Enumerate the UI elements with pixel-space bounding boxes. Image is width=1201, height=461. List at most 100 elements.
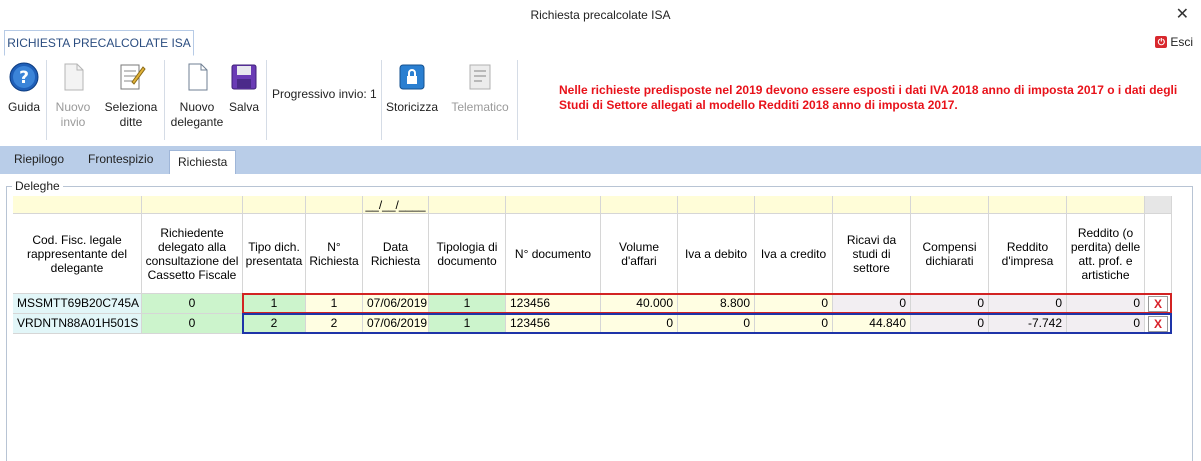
cell-1-7[interactable]: 0 [601, 314, 678, 334]
column-header: Richiedente delegato alla consultazione … [142, 214, 243, 294]
filter-cell[interactable] [429, 196, 506, 214]
ribbon-separator [266, 60, 267, 140]
column-header: N° Richiesta [306, 214, 363, 294]
cell-0-9[interactable]: 0 [755, 294, 833, 314]
nuovo-delegante-label-1: Nuovo [179, 100, 215, 114]
deleghe-label: Deleghe [12, 179, 63, 193]
filter-cell[interactable] [1145, 196, 1172, 214]
telematico-label: Telematico [451, 100, 509, 114]
seleziona-label-1: Seleziona [104, 100, 158, 114]
content-area: Deleghe __/__/____ Cod. Fisc. legale rapp… [0, 174, 1201, 461]
guida-label: Guida [7, 100, 41, 114]
cell-0-2[interactable]: 1 [243, 294, 306, 314]
ribbon-separator [46, 60, 47, 140]
cell-1-3[interactable]: 2 [306, 314, 363, 334]
column-header: Tipologia di documento [429, 214, 506, 294]
cell-1-2[interactable]: 2 [243, 314, 306, 334]
nuovo-delegante-button[interactable]: Nuovo delegante [168, 60, 226, 130]
svg-text:?: ? [19, 68, 29, 88]
column-header: Ricavi da studi di settore [833, 214, 911, 294]
filter-cell[interactable] [755, 196, 833, 214]
delete-cell: X [1145, 314, 1172, 334]
cell-0-5[interactable]: 1 [429, 294, 506, 314]
cell-1-11[interactable]: 0 [911, 314, 989, 334]
cell-1-1[interactable]: 0 [142, 314, 243, 334]
filter-cell[interactable] [678, 196, 755, 214]
column-header: Volume d'affari [601, 214, 678, 294]
salva-label: Salva [228, 100, 260, 114]
ribbon-separator [381, 60, 382, 140]
cell-0-11[interactable]: 0 [911, 294, 989, 314]
ribbon-separator [164, 60, 165, 140]
column-header: Compensi dichiarati [911, 214, 989, 294]
tab-riepilogo[interactable]: Riepilogo [14, 152, 64, 166]
sheet-tab-bar: Riepilogo Frontespizio Richiesta [0, 146, 1201, 174]
filter-cell[interactable] [1067, 196, 1145, 214]
new-document-icon [188, 63, 208, 91]
column-header: N° documento [506, 214, 601, 294]
cell-1-6[interactable]: 123456 [506, 314, 601, 334]
window-title: Richiesta precalcolate ISA [530, 8, 671, 22]
column-header: Data Richiesta [363, 214, 429, 294]
help-icon: ? [9, 62, 39, 92]
delete-cell: X [1145, 294, 1172, 314]
exit-label: Esci [1170, 35, 1193, 49]
guida-button[interactable]: ? Guida [6, 60, 42, 115]
cell-1-5[interactable]: 1 [429, 314, 506, 334]
title-bar: Richiesta precalcolate ISA ✕ [0, 0, 1201, 31]
column-header-actions [1145, 214, 1172, 294]
cell-0-6[interactable]: 123456 [506, 294, 601, 314]
seleziona-label-2: ditte [119, 115, 143, 129]
cell-0-10[interactable]: 0 [833, 294, 911, 314]
ribbon-tab-richiesta[interactable]: RICHIESTA PRECALCOLATE ISA [4, 30, 194, 56]
progressivo-invio: Progressivo invio: 1 [272, 87, 377, 101]
filter-cell[interactable] [989, 196, 1067, 214]
filter-cell[interactable] [601, 196, 678, 214]
ribbon-separator [517, 60, 518, 140]
filter-cell[interactable] [833, 196, 911, 214]
cell-0-12[interactable]: 0 [989, 294, 1067, 314]
power-icon: ⏻ [1155, 36, 1168, 48]
filter-cell[interactable] [13, 196, 142, 214]
nuovo-delegante-label-2: delegante [170, 115, 224, 129]
cell-1-12[interactable]: -7.742 [989, 314, 1067, 334]
delete-row-icon[interactable]: X [1148, 316, 1168, 332]
seleziona-ditte-button[interactable]: Seleziona ditte [102, 60, 160, 130]
cell-1-8[interactable]: 0 [678, 314, 755, 334]
cell-0-0[interactable]: MSSMTT69B20C745A [13, 294, 142, 314]
close-icon[interactable]: ✕ [1176, 4, 1189, 24]
telematico-button[interactable]: Telematico [448, 60, 512, 115]
cell-0-8[interactable]: 8.800 [678, 294, 755, 314]
salva-button[interactable]: Salva [226, 60, 262, 115]
filter-cell[interactable] [911, 196, 989, 214]
storicizza-label: Storicizza [386, 100, 439, 114]
filter-cell[interactable] [142, 196, 243, 214]
cell-1-4[interactable]: 07/06/2019 [363, 314, 429, 334]
cell-0-7[interactable]: 40.000 [601, 294, 678, 314]
column-header: Cod. Fisc. legale rappresentante del del… [13, 214, 142, 294]
cell-1-10[interactable]: 44.840 [833, 314, 911, 334]
tab-richiesta[interactable]: Richiesta [169, 150, 237, 174]
column-header: Iva a credito [755, 214, 833, 294]
cell-0-1[interactable]: 0 [142, 294, 243, 314]
tab-frontespizio[interactable]: Frontespizio [88, 152, 153, 166]
exit-button[interactable]: ⏻ Esci [1155, 35, 1193, 49]
storicizza-button[interactable]: Storicizza [386, 60, 438, 115]
lock-icon [399, 64, 425, 90]
cell-1-13[interactable]: 0 [1067, 314, 1145, 334]
warning-message: Nelle richieste predisposte nel 2019 dev… [559, 83, 1178, 112]
delete-row-icon[interactable]: X [1148, 296, 1168, 312]
nuovo-invio-button[interactable]: Nuovo invio [52, 60, 94, 130]
filter-cell[interactable] [506, 196, 601, 214]
column-header: Tipo dich. presentata [243, 214, 306, 294]
filter-cell[interactable] [243, 196, 306, 214]
cell-1-0[interactable]: VRDNTN88A01H501S [13, 314, 142, 334]
cell-0-3[interactable]: 1 [306, 294, 363, 314]
cell-0-13[interactable]: 0 [1067, 294, 1145, 314]
cell-1-9[interactable]: 0 [755, 314, 833, 334]
nuovo-invio-label-1: Nuovo [55, 100, 91, 114]
column-header: Reddito (o perdita) delle att. prof. e a… [1067, 214, 1145, 294]
cell-0-4[interactable]: 07/06/2019 [363, 294, 429, 314]
filter-cell[interactable] [306, 196, 363, 214]
filter-date-input[interactable]: __/__/____ [363, 196, 429, 214]
